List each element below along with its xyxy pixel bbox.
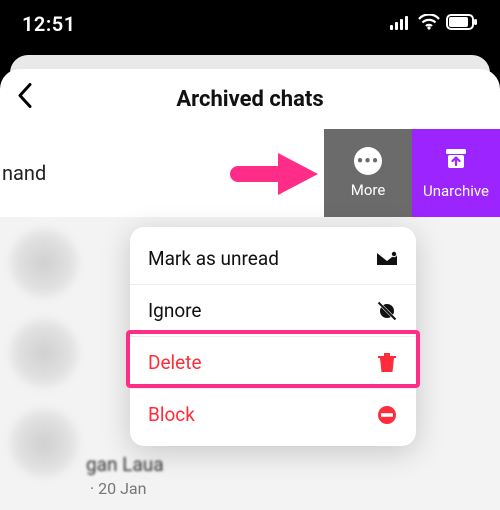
archived-chats-sheet: Archived chats nand ••• More Unarchive [0, 69, 500, 510]
status-time: 12:51 [22, 12, 76, 36]
menu-label: Mark as unread [148, 247, 279, 270]
sheet-header: Archived chats [0, 69, 500, 129]
unarchive-button[interactable]: Unarchive [412, 129, 500, 217]
unarchive-icon [443, 146, 469, 176]
avatar [10, 229, 78, 297]
list-item-subtitle: · 20 Jan [90, 479, 146, 498]
more-label: More [351, 181, 386, 199]
block-icon [376, 405, 398, 425]
menu-label: Delete [148, 351, 202, 374]
status-indicators [390, 14, 478, 34]
menu-block[interactable]: Block [130, 388, 416, 440]
annotation-arrow [228, 151, 320, 201]
mail-unread-icon [376, 251, 398, 267]
context-menu: Mark as unread Ignore Delete Block [130, 227, 416, 446]
avatar [10, 409, 78, 477]
avatar [10, 319, 78, 387]
eye-slash-icon [376, 300, 398, 322]
menu-label: Ignore [148, 299, 202, 322]
menu-ignore[interactable]: Ignore [130, 284, 416, 336]
swipe-actions: ••• More Unarchive [324, 129, 500, 217]
wifi-icon [418, 14, 440, 34]
more-icon: ••• [354, 147, 382, 175]
signal-icon [390, 15, 412, 34]
trash-icon [376, 353, 398, 373]
list-item-name-blurred: gan Laua [86, 453, 164, 476]
chat-name-fragment: nand [0, 161, 46, 185]
device-frame: 12:51 Archived chats nand [0, 0, 500, 510]
chat-row[interactable]: nand ••• More Unarchive [0, 129, 500, 217]
unarchive-label: Unarchive [423, 182, 489, 200]
battery-icon [446, 14, 478, 34]
back-button[interactable] [16, 83, 34, 116]
page-title: Archived chats [176, 87, 323, 112]
menu-mark-unread[interactable]: Mark as unread [130, 233, 416, 284]
menu-label: Block [148, 403, 195, 426]
status-bar: 12:51 [0, 0, 500, 48]
menu-delete[interactable]: Delete [130, 336, 416, 388]
more-button[interactable]: ••• More [324, 129, 412, 217]
blurred-avatars [10, 229, 78, 499]
